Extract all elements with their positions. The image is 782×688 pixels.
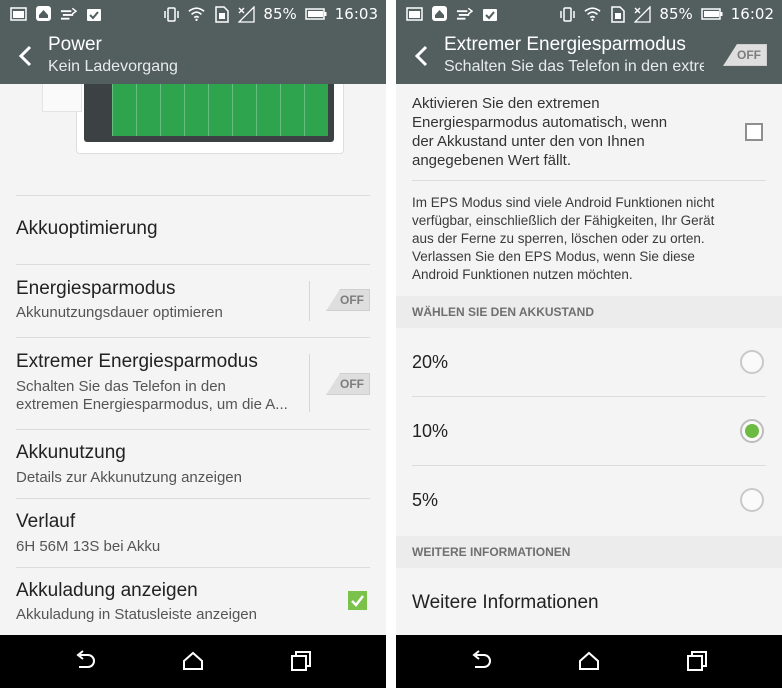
- recent-apps-nav-icon[interactable]: [288, 648, 314, 674]
- auto-activate-text-line3: der Akkustand unter den von Ihnen: [412, 133, 645, 150]
- back-nav-icon[interactable]: [72, 648, 98, 674]
- show-battery-level-title: Akkuladung anzeigen: [16, 580, 198, 601]
- wifi-transfer-icon: [60, 5, 77, 22]
- navigation-bar: [396, 635, 782, 688]
- show-battery-level-checkbox[interactable]: [348, 591, 367, 610]
- clock: 16:02: [730, 5, 774, 23]
- extreme-power-saver-toggle[interactable]: OFF: [326, 373, 370, 395]
- battery-level-section-header: WÄHLEN SIE DEN AKKUSTAND: [396, 296, 782, 328]
- separator: [309, 281, 310, 321]
- separator: [309, 354, 310, 412]
- app-bar: Extremer Energiesparmodus Schalten Sie d…: [396, 28, 782, 84]
- battery-icon: [701, 6, 723, 23]
- battery-percent: 85%: [659, 5, 693, 23]
- signal-icon: [238, 5, 256, 23]
- vibrate-icon: [163, 6, 180, 23]
- auto-activate-text-line1: Aktivieren Sie den extremen: [412, 95, 600, 112]
- level-option-10[interactable]: 10%: [412, 397, 766, 466]
- battery-chart-side-card: [42, 84, 82, 112]
- more-info-item[interactable]: Weitere Informationen: [412, 568, 766, 635]
- extreme-power-saver-item[interactable]: Extremer Energiesparmodus Schalten Sie d…: [16, 338, 370, 430]
- page-title: Power: [48, 34, 102, 55]
- extreme-power-saver-subtitle-line1: Schalten Sie das Telefon in den: [16, 378, 226, 395]
- back-arrow-icon[interactable]: [410, 41, 436, 71]
- auto-activate-text-line4: angegebenen Wert fällt.: [412, 152, 572, 169]
- eps-info-line5: Android Funktionen nutzen möchten.: [412, 267, 633, 282]
- image-icon: [10, 5, 27, 22]
- battery-optimization-title: Akkuoptimierung: [16, 218, 158, 239]
- home-app-icon: [431, 5, 448, 22]
- level-option-20[interactable]: 20%: [412, 328, 766, 397]
- show-battery-level-subtitle: Akkuladung in Statusleiste anzeigen: [16, 606, 257, 623]
- show-battery-level-item[interactable]: Akkuladung anzeigen Akkuladung in Status…: [16, 568, 370, 635]
- vibrate-icon: [559, 6, 576, 23]
- history-title: Verlauf: [16, 511, 76, 532]
- status-bar: 85% 16:02: [396, 0, 782, 28]
- settings-list: Akkuoptimierung Energiesparmodus Akkunut…: [0, 84, 386, 635]
- battery-icon: [305, 6, 327, 23]
- level-option-radio[interactable]: [740, 350, 764, 374]
- sim-card-icon: [609, 5, 626, 23]
- power-saver-item[interactable]: Energiesparmodus Akkunutzungsdauer optim…: [16, 265, 370, 338]
- page-subtitle: Schalten Sie das Telefon in den extre: [444, 58, 704, 75]
- auto-activate-checkbox[interactable]: [745, 123, 763, 141]
- more-info-link[interactable]: Weitere Informationen: [412, 592, 599, 614]
- history-item[interactable]: Verlauf 6H 56M 13S bei Akku: [16, 499, 370, 568]
- check-icon: [351, 595, 364, 607]
- extreme-saver-content: Aktivieren Sie den extremen Energiesparm…: [396, 84, 782, 635]
- sim-card-icon: [213, 5, 230, 23]
- wifi-icon: [188, 6, 206, 23]
- auto-activate-text-line2: Energiesparmodus automatisch, wenn: [412, 114, 668, 131]
- eps-info-line4: Verlassen Sie den EPS Modus, wenn Sie di…: [412, 249, 695, 264]
- level-option-label: 20%: [412, 352, 449, 372]
- eps-info-line1: Im EPS Modus sind viele Android Funktion…: [412, 195, 715, 210]
- level-option-label: 10%: [412, 421, 449, 441]
- eps-info-block: Im EPS Modus sind viele Android Funktion…: [412, 182, 766, 296]
- battery-usage-title: Akkunutzung: [16, 442, 126, 463]
- wifi-transfer-icon: [456, 5, 473, 22]
- power-settings-screen: 85% 16:03 Power Kein Ladevorgang Akkuopt…: [0, 0, 386, 688]
- app-bar: Power Kein Ladevorgang: [0, 28, 386, 84]
- eps-info-line3: aus der Ferne zu sperren, löschen oder z…: [412, 231, 705, 246]
- history-subtitle: 6H 56M 13S bei Akku: [16, 538, 161, 555]
- battery-percent: 85%: [263, 5, 297, 23]
- extreme-power-saver-subtitle-line2: extremen Energiesparmodus, um die A...: [16, 396, 288, 413]
- battery-optimization-item[interactable]: Akkuoptimierung: [16, 196, 370, 265]
- recent-apps-nav-icon[interactable]: [684, 648, 710, 674]
- clipboard-check-icon: [481, 5, 498, 22]
- image-icon: [406, 5, 423, 22]
- battery-usage-subtitle: Details zur Akkunutzung anzeigen: [16, 469, 242, 486]
- back-nav-icon[interactable]: [468, 648, 494, 674]
- page-subtitle: Kein Ladevorgang: [48, 58, 178, 75]
- eps-info-line2: verfügbar, einschließlich der Fähigkeite…: [412, 213, 715, 228]
- signal-icon: [634, 5, 652, 23]
- more-info-section-header: WEITERE INFORMATIONEN: [396, 536, 782, 568]
- navigation-bar: [0, 635, 386, 688]
- extreme-power-saver-title: Extremer Energiesparmodus: [16, 351, 258, 372]
- power-saver-toggle[interactable]: OFF: [326, 289, 370, 311]
- level-option-5[interactable]: 5%: [412, 466, 766, 535]
- home-app-icon: [35, 5, 52, 22]
- battery-usage-item[interactable]: Akkunutzung Details zur Akkunutzung anze…: [16, 430, 370, 499]
- power-saver-subtitle: Akkunutzungsdauer optimieren: [16, 304, 223, 321]
- clock: 16:03: [334, 5, 378, 23]
- level-option-radio[interactable]: [740, 488, 764, 512]
- power-saver-title: Energiesparmodus: [16, 278, 176, 299]
- auto-activate-item[interactable]: Aktivieren Sie den extremen Energiesparm…: [412, 84, 766, 181]
- level-option-radio-selected[interactable]: [740, 419, 764, 443]
- wifi-icon: [584, 6, 602, 23]
- extreme-power-saver-screen: 85% 16:02 Extremer Energiesparmodus Scha…: [396, 0, 782, 688]
- home-nav-icon[interactable]: [576, 648, 602, 674]
- clipboard-check-icon: [85, 5, 102, 22]
- home-nav-icon[interactable]: [180, 648, 206, 674]
- page-title: Extremer Energiesparmodus: [444, 34, 686, 55]
- back-arrow-icon[interactable]: [14, 41, 40, 71]
- extreme-power-saver-toggle[interactable]: OFF: [723, 44, 767, 66]
- level-option-label: 5%: [412, 490, 439, 510]
- status-bar: 85% 16:03: [0, 0, 386, 28]
- battery-chart-graph: [112, 84, 328, 136]
